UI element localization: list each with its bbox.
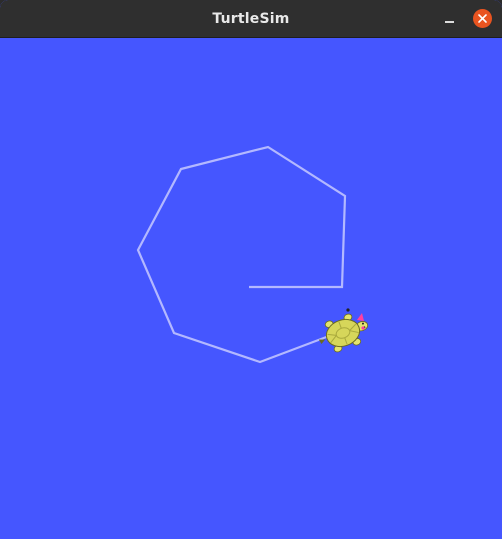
close-button[interactable] bbox=[473, 9, 492, 28]
drawing-surface bbox=[136, 145, 369, 364]
pen-trail bbox=[136, 145, 347, 364]
minimize-button[interactable] bbox=[440, 9, 460, 29]
turtle-canvas bbox=[0, 38, 502, 539]
window-titlebar[interactable]: TurtleSim bbox=[0, 0, 502, 38]
turtlesim-window: TurtleSim bbox=[0, 0, 502, 539]
turtle-icon bbox=[318, 313, 369, 353]
window-title: TurtleSim bbox=[212, 11, 290, 27]
close-icon bbox=[478, 14, 487, 23]
